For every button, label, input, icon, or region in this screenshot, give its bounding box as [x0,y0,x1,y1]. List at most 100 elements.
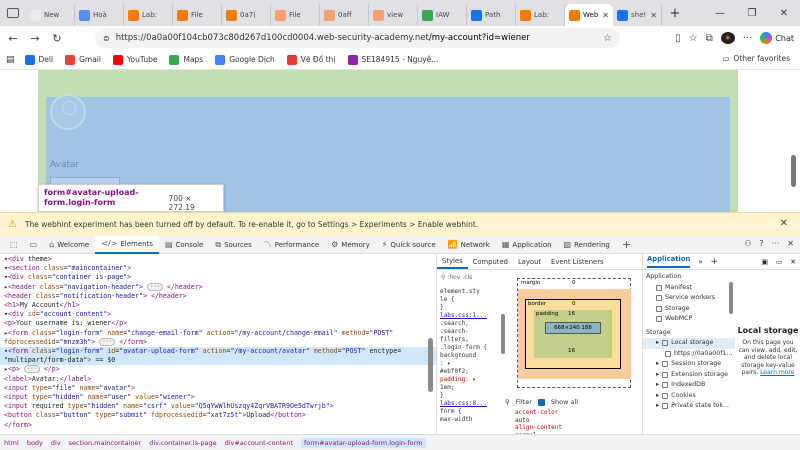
tree-item-storage[interactable]: ▸ IndexedDB [643,380,735,391]
collections-icon[interactable]: ⧉ [706,33,713,44]
tab-close-icon[interactable]: ✕ [650,11,657,20]
favorites-icon[interactable]: ☆ [689,33,698,44]
tree-item-webmcp[interactable]: WebMCP [643,314,735,325]
tree-expand-icon[interactable]: ▸ [656,359,659,370]
styles-tab-event-listeners[interactable]: Event Listeners [546,254,609,269]
more-tools-button[interactable]: + [616,236,637,254]
computed-prop-name[interactable]: align-content [515,424,562,432]
css-rule-line[interactable]: le { [440,296,501,304]
css-rule-line[interactable]: .search- [440,328,501,336]
dom-node-line[interactable]: ▸<p> ··· </p> [0,365,436,374]
computed-prop-name[interactable]: accent-color [515,409,562,417]
bookmark-item[interactable]: YouTube [112,54,157,65]
tree-item-storage[interactable]: ▸ Extension storage [643,370,735,381]
dom-node-line[interactable]: <label>Avatar:</label> [0,375,436,384]
dom-node-line[interactable]: ▾<div id="account-content"> [0,310,436,319]
tree-section-application[interactable]: Application [643,272,735,283]
devtools-tab-quick-source[interactable]: ⚡ Quick source [376,236,442,254]
dom-node-line[interactable]: </form> [0,421,436,430]
computed-filter[interactable]: ⚲ Filter Show all [505,396,643,408]
css-rule-line[interactable]: .search, [440,320,501,328]
breadcrumb-item[interactable]: div#account-content [225,439,293,447]
css-rules[interactable]: element.sty le {} labs.css:1... .search, .se… [437,288,501,434]
address-bar[interactable]: ⊜ https://0a0a00f104cb073c80d267d100cd00… [95,28,620,48]
devtools-close-icon[interactable]: ✕ [787,239,794,248]
url-text[interactable]: https://0a0a00f104cb073c80d267d100cd0004… [116,33,597,43]
devtools-tab-sources[interactable]: ⧉ Sources [209,236,257,254]
tree-item-storage[interactable]: https://0a0a00f1... [643,349,735,360]
back-icon[interactable]: ← [6,31,20,45]
tree-expand-icon[interactable]: ▸ [656,401,659,412]
css-rule-line[interactable]: max-width [440,416,501,424]
breadcrumb-item[interactable]: div.container.is-page [149,439,216,447]
devtools-more-icon[interactable]: ··· [772,239,780,248]
elements-scrollbar[interactable] [428,338,433,392]
dom-node-line[interactable]: ▾<div class="container is-page"> [0,273,436,282]
tab-application[interactable]: Application [647,255,691,268]
devtools-tab-performance[interactable]: 〽 Performance [258,236,325,254]
tree-expand-icon[interactable]: ▸ [656,370,659,381]
css-rule-line[interactable]: 1em; [440,384,501,392]
devtools-tab-application[interactable]: ▦ Application [496,236,558,254]
browser-tab[interactable]: Lab: [516,4,565,26]
dom-node-line[interactable]: ▾<form class="login-form" id="avatar-upl… [0,347,436,357]
minimize-icon[interactable]: — [704,0,736,26]
tree-scrollbar[interactable] [729,282,733,314]
feedback-icon[interactable]: ⚇ [744,239,751,248]
styles-tab-layout[interactable]: Layout [513,254,546,269]
more-menu-icon[interactable]: ··· [743,33,753,44]
learn-more-link[interactable]: Learn more [760,369,794,376]
browser-tab[interactable]: File [271,4,320,26]
tree-item-service-workers[interactable]: Service workers [643,293,735,304]
tree-item-storage[interactable]: ▸ Session storage [643,359,735,370]
undock-icon[interactable]: ▭ [776,258,782,266]
browser-tab[interactable]: IAW [418,4,467,26]
styles-tab-computed[interactable]: Computed [468,254,513,269]
dom-node-line[interactable]: <header class="notification-header"> </h… [0,292,436,301]
browser-tab[interactable]: 0a7( [222,4,271,26]
tree-item-storage[interactable]: Storage [643,304,735,315]
css-rule-line[interactable]: background [440,352,501,360]
dom-node-line[interactable]: ▾<div theme> [0,255,436,264]
devtools-tab-network[interactable]: 📶 Network [442,236,496,254]
workspaces-icon[interactable] [0,0,26,26]
import-favorites-icon[interactable]: ▤ [6,55,15,65]
bookmark-item[interactable]: Google Dịch [215,54,275,65]
css-rule-line[interactable]: #ebf0f2; [440,368,501,376]
close-infobar-icon[interactable]: ✕ [780,218,788,229]
help-icon[interactable]: ? [759,239,763,248]
copilot-chat-button[interactable]: Chat [760,32,794,44]
bookmark-item[interactable]: Maps [169,54,203,65]
breadcrumb-item[interactable]: section.maincontainer [69,439,142,447]
close-window-icon[interactable]: ✕ [768,0,800,26]
breadcrumb-item[interactable]: form#avatar-upload-form.login-form [300,437,426,448]
css-rule-line[interactable]: .login-form { [440,344,501,352]
css-rule-line[interactable]: } [440,392,501,400]
browser-tab[interactable]: she! ✕ [613,4,662,26]
tree-item-storage[interactable]: ▸ Local storage [643,338,735,349]
dom-node-line[interactable]: <h1>My Account</h1> [0,301,436,310]
forward-icon[interactable]: → [28,31,42,45]
browser-tab[interactable]: Lab: [124,4,173,26]
devtools-tab-elements[interactable]: </> Elements [95,235,159,254]
dom-node-line[interactable]: <p>Your username is: wiener</p> [0,319,436,328]
dom-node-line[interactable]: <input type="hidden" name="user" value="… [0,393,436,402]
more-panels-icon[interactable]: » [698,258,702,266]
browser-tab[interactable]: Path [467,4,516,26]
css-rule-line[interactable]: } [440,304,501,312]
dom-node-line[interactable]: ▸<header class="navigation-header"> ··· … [0,282,436,292]
dom-node-line[interactable]: <input required type="hidden" name="csrf… [0,402,436,411]
bookmark-item[interactable]: SE184915 - Nguyê... [347,54,438,65]
elements-dom-tree[interactable]: ▾<div theme> ▾<section class="maincontai… [0,254,436,434]
css-rule-line[interactable]: labs.css:8... [440,400,501,408]
breadcrumb-item[interactable]: body [27,439,43,447]
browser-tab[interactable]: Hoà [75,4,124,26]
bookmark-item[interactable]: Vẽ Đồ thị [286,54,336,65]
dom-node-line[interactable]: fdprocessedid="mnzm3h"> ··· </form> [0,337,436,347]
tree-item-storage[interactable]: ▸ Cookies [643,391,735,402]
dock-icon[interactable]: ▣ [761,258,767,266]
site-info-icon[interactable]: ⊜ [103,34,110,43]
tree-item-storage[interactable]: ▸ Private state tok... [643,401,735,412]
css-rule-line[interactable]: labs.css:1... [440,312,501,320]
page-scrollbar[interactable] [791,155,796,187]
